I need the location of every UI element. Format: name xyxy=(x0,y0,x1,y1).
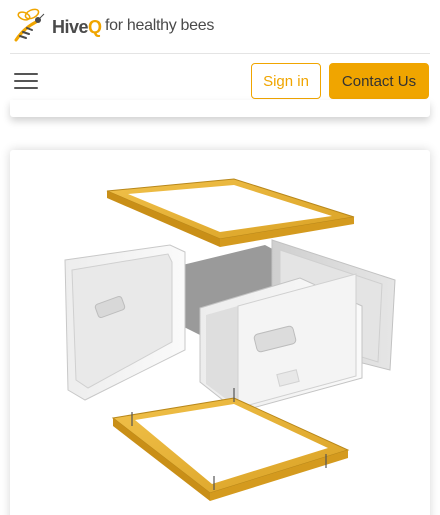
product-card xyxy=(10,150,430,515)
logo-tagline: for healthy bees xyxy=(105,17,215,34)
brand-header: HiveQ for healthy bees xyxy=(0,0,440,54)
sign-in-button[interactable]: Sign in xyxy=(251,63,321,99)
left-wall xyxy=(64,244,186,401)
card-bottom-edge xyxy=(10,100,430,117)
menu-line xyxy=(14,87,38,89)
bee-icon xyxy=(14,8,45,42)
hive-exploded-image xyxy=(64,178,396,501)
bottom-frame xyxy=(111,388,350,501)
logo-wordmark: HiveQ xyxy=(52,17,102,37)
logo-accent: Q xyxy=(88,17,102,37)
contact-us-button[interactable]: Contact Us xyxy=(329,63,429,99)
top-frame xyxy=(106,178,355,247)
menu-line xyxy=(14,80,38,82)
hamburger-menu-icon[interactable] xyxy=(12,68,40,94)
site-logo[interactable]: HiveQ for healthy bees xyxy=(10,4,214,48)
menu-line xyxy=(14,73,38,75)
